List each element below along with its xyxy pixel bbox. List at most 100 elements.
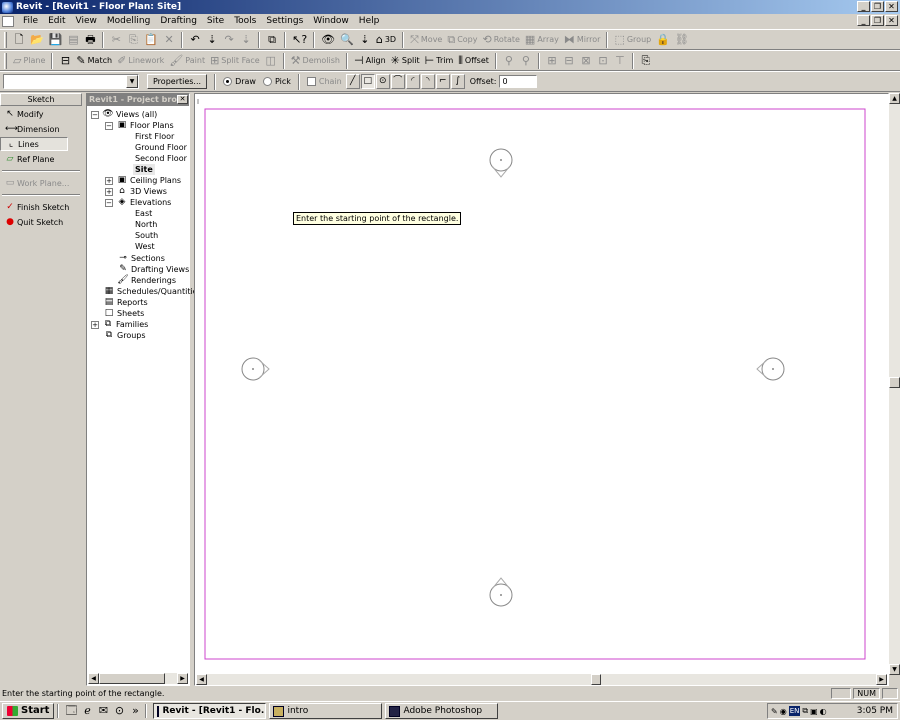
new-icon[interactable]: 🗋: [11, 31, 27, 48]
drawing-area[interactable]: ◀ ▶: [194, 93, 889, 686]
link-icon[interactable]: ⛓: [673, 31, 691, 48]
pick-radio-dot[interactable]: [262, 77, 272, 86]
cope-icon[interactable]: ⊡: [595, 52, 611, 69]
chain-checkbox[interactable]: Chain: [306, 77, 342, 86]
document-icon[interactable]: [2, 15, 14, 27]
tray-display-icon[interactable]: ▣: [810, 707, 818, 716]
tree-item-west[interactable]: West: [135, 241, 155, 252]
measure-icon[interactable]: ⊟: [57, 52, 73, 69]
draw-radio-dot[interactable]: [223, 77, 233, 86]
view-3d-button[interactable]: ⌂ 3D: [374, 31, 398, 48]
modify-tool[interactable]: ↖ Modify: [0, 107, 82, 121]
tree-item-groups[interactable]: ⧉ Groups: [103, 330, 146, 341]
menu-site[interactable]: Site: [202, 14, 229, 28]
split-button[interactable]: ✳ Split: [389, 52, 422, 69]
menu-view[interactable]: View: [71, 14, 102, 28]
tree-item-south[interactable]: South: [135, 230, 158, 241]
split-face-button[interactable]: ⊞ Split Face: [208, 52, 262, 69]
offset-button[interactable]: ⫴ Offset: [456, 52, 491, 69]
menu-window[interactable]: Window: [308, 14, 354, 28]
paste-icon[interactable]: 📋: [142, 31, 160, 48]
quick-launch-more-icon[interactable]: »: [128, 704, 142, 718]
undo-icon[interactable]: ↶: [187, 31, 203, 48]
trim-button[interactable]: ⊢ Trim: [423, 52, 456, 69]
tree-item-reports[interactable]: ▤ Reports: [103, 297, 148, 308]
paint-button[interactable]: 🖌 Paint: [167, 52, 207, 69]
tray-pen-icon[interactable]: ✎: [771, 707, 778, 716]
quit-sketch-button[interactable]: ● Quit Sketch: [0, 215, 82, 229]
tree-item-families[interactable]: + ⧉ Families: [91, 319, 148, 330]
ref-plane-tool[interactable]: ▱ Ref Plane: [0, 152, 82, 166]
rectangle-tool-icon[interactable]: □: [360, 74, 375, 89]
circle-tool-icon[interactable]: ⊙: [375, 74, 390, 89]
scrollbar-thumb[interactable]: [591, 674, 601, 685]
tree-item-views-all[interactable]: − 👁 Views (all): [91, 109, 157, 120]
chain-checkbox-box[interactable]: [306, 77, 316, 86]
demolish-button[interactable]: ⚒ Demolish: [289, 52, 342, 69]
scroll-left-icon[interactable]: ◀: [196, 674, 207, 685]
wall-join-icon[interactable]: ⊠: [578, 52, 594, 69]
cut-geometry-icon[interactable]: ◫: [263, 52, 279, 69]
taskbar-revit[interactable]: Revit - [Revit1 - Flo...: [153, 703, 267, 719]
tree-item-3d-views[interactable]: + ⌂ 3D Views: [105, 186, 167, 197]
collapse-icon[interactable]: −: [91, 110, 99, 119]
close-icon[interactable]: ✕: [177, 95, 188, 104]
save-icon[interactable]: 💾: [47, 31, 65, 48]
browser-horizontal-scrollbar[interactable]: ◀ ▶: [88, 673, 188, 684]
close-button[interactable]: ✕: [885, 1, 898, 12]
tree-item-elevations[interactable]: − ◈ Elevations: [105, 197, 171, 208]
pin-icon[interactable]: ⚲: [501, 52, 517, 69]
design-bar-tab-sketch[interactable]: Sketch: [0, 93, 82, 106]
tree-item-east[interactable]: East: [135, 208, 152, 219]
scrollbar-thumb[interactable]: [99, 673, 165, 684]
canvas-horizontal-scrollbar[interactable]: ◀ ▶: [196, 674, 887, 685]
canvas-vertical-scrollbar[interactable]: ▲ ▼: [889, 93, 900, 675]
tree-item-north[interactable]: North: [135, 219, 157, 230]
save-all-icon[interactable]: ▤: [65, 31, 81, 48]
print-icon[interactable]: 🖶: [82, 31, 98, 48]
media-icon[interactable]: ⊙: [112, 704, 126, 718]
properties-button[interactable]: Properties...: [147, 74, 208, 89]
tree-item-renderings[interactable]: 🖌 Renderings: [117, 275, 176, 286]
menu-edit[interactable]: Edit: [43, 14, 70, 28]
whats-this-help-icon[interactable]: ↖?: [290, 31, 309, 48]
finish-sketch-button[interactable]: ✓ Finish Sketch: [0, 200, 82, 214]
copy-icon[interactable]: ⎘: [125, 31, 141, 48]
tree-item-ceiling-plans[interactable]: + ▣ Ceiling Plans: [105, 175, 181, 186]
expand-icon[interactable]: +: [105, 187, 113, 196]
linework-button[interactable]: ✐ Linework: [115, 52, 166, 69]
tree-item-drafting-views[interactable]: ✎ Drafting Views: [117, 264, 189, 275]
undo-dropdown-icon[interactable]: ⇣: [204, 31, 220, 48]
plane-button[interactable]: ▱ Plane: [11, 52, 47, 69]
dimension-tool[interactable]: ⟷ Dimension: [0, 122, 82, 136]
start-button[interactable]: Start: [2, 703, 55, 719]
rotate-button[interactable]: ⟲ Rotate: [481, 31, 522, 48]
redo-icon[interactable]: ↷: [221, 31, 237, 48]
internet-explorer-icon[interactable]: ℯ: [80, 704, 94, 718]
taskbar-intro[interactable]: intro: [269, 703, 383, 719]
menu-file[interactable]: File: [18, 14, 43, 28]
fillet-tool-icon[interactable]: ⌐: [435, 74, 450, 89]
show-desktop-icon[interactable]: 🗔: [64, 704, 78, 718]
scroll-down-icon[interactable]: ▼: [889, 664, 900, 675]
scroll-left-icon[interactable]: ◀: [88, 673, 99, 684]
outlook-icon[interactable]: ✉: [96, 704, 110, 718]
tree-item-ground-floor[interactable]: Ground Floor: [135, 142, 187, 153]
doc-minimize-button[interactable]: _: [857, 15, 870, 26]
menu-settings[interactable]: Settings: [261, 14, 308, 28]
language-indicator[interactable]: EN: [788, 706, 801, 716]
expand-icon[interactable]: +: [91, 320, 99, 329]
delete-icon[interactable]: ✕: [161, 31, 177, 48]
clock[interactable]: 3:05 PM: [857, 706, 893, 716]
doc-close-button[interactable]: ✕: [885, 15, 898, 26]
doc-restore-button[interactable]: ❐: [871, 15, 884, 26]
scrollbar-thumb[interactable]: [889, 377, 900, 388]
group-button[interactable]: ⬚ Group: [612, 31, 653, 48]
arc-3pt-tool-icon[interactable]: ⌒: [390, 74, 405, 89]
chevron-down-icon[interactable]: ▼: [126, 75, 138, 88]
copy-button[interactable]: ⧉ Copy: [445, 31, 479, 48]
line-tool-icon[interactable]: ╱: [345, 74, 360, 89]
tree-item-schedules[interactable]: ▦ Schedules/Quantities: [103, 286, 202, 297]
section-arrow-icon[interactable]: ⇣: [357, 31, 373, 48]
cut-icon[interactable]: ✂: [108, 31, 124, 48]
